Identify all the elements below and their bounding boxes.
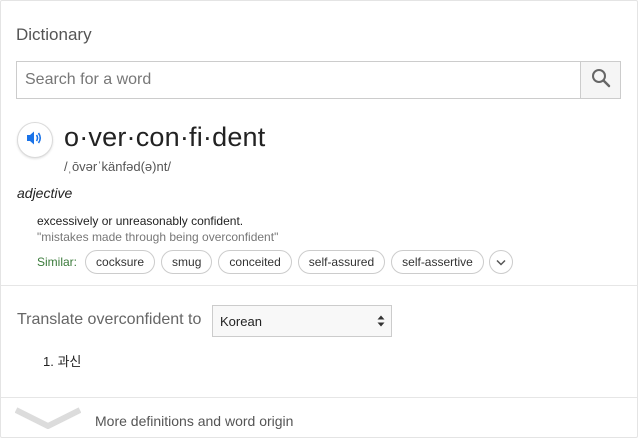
dictionary-card: Dictionary o·ver·con·fi·dent /ˌōvərˈkänf… bbox=[0, 0, 638, 438]
translation-result: 1. 과신 bbox=[43, 354, 82, 369]
similar-chip-self-assured[interactable]: self-assured bbox=[297, 250, 386, 274]
translate-label: Translate overconfident to bbox=[17, 311, 202, 328]
more-definitions-label: More definitions and word origin bbox=[95, 412, 294, 429]
similar-chip-self-assertive[interactable]: self-assertive bbox=[391, 250, 484, 274]
similar-chip-conceited[interactable]: conceited bbox=[218, 250, 292, 274]
search-icon bbox=[591, 68, 611, 93]
similar-chip-cocksure[interactable]: cocksure bbox=[85, 250, 156, 274]
chevron-down-icon bbox=[496, 253, 506, 271]
more-definitions-link[interactable]: More definitions and word origin bbox=[14, 407, 294, 434]
select-arrows-icon bbox=[377, 314, 385, 331]
search-box bbox=[16, 61, 621, 99]
pronunciation-button[interactable] bbox=[17, 122, 53, 158]
headword: o·ver·con·fi·dent bbox=[64, 122, 266, 152]
expand-similar-button[interactable] bbox=[488, 250, 513, 274]
definition-text: excessively or unreasonably confident. bbox=[37, 214, 244, 228]
similar-words-row: Similar: cocksure smug conceited self-as… bbox=[37, 250, 513, 274]
example-sentence: "mistakes made through being overconfide… bbox=[37, 230, 279, 244]
card-title: Dictionary bbox=[16, 25, 92, 44]
speaker-icon bbox=[26, 130, 44, 151]
similar-label: Similar: bbox=[37, 255, 78, 269]
expand-chevron-icon bbox=[14, 407, 82, 434]
language-select[interactable]: Korean bbox=[212, 305, 392, 337]
similar-chip-smug[interactable]: smug bbox=[161, 250, 213, 274]
section-divider bbox=[1, 285, 637, 286]
search-button[interactable] bbox=[580, 62, 620, 98]
phonetic-transcription: /ˌōvərˈkänfəd(ə)nt/ bbox=[64, 159, 171, 174]
search-input[interactable] bbox=[17, 62, 580, 98]
language-select-value: Korean bbox=[220, 313, 262, 329]
part-of-speech: adjective bbox=[17, 185, 73, 201]
footer-divider bbox=[1, 397, 637, 398]
